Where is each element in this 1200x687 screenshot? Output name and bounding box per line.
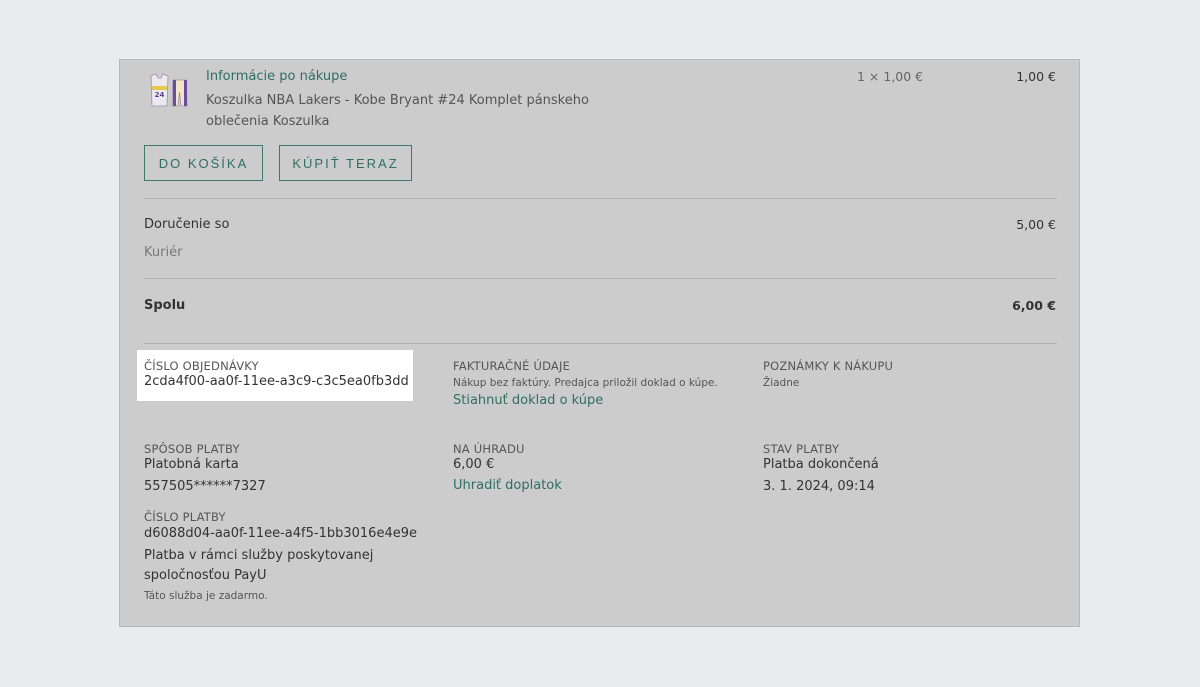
payment-provider-line1: Platba v rámci služby poskytovanej: [144, 548, 374, 563]
delivery-method: Kuriér: [144, 245, 183, 260]
payment-number-label: ČÍSLO PLATBY: [144, 510, 226, 524]
payment-status-label: STAV PLATBY: [763, 442, 840, 456]
billing-note: Nákup bez faktúry. Predajca priložil dok…: [453, 377, 718, 389]
notes-value: Žiadne: [763, 377, 800, 389]
add-to-cart-button[interactable]: DO KOŠÍKA: [144, 145, 263, 181]
total-label: Spolu: [144, 298, 186, 313]
jersey-icon: 24: [150, 73, 188, 107]
order-number-value: 2cda4f00-aa0f-11ee-a3c9-c3c5ea0fb3dd: [144, 374, 409, 389]
pay-balance-link[interactable]: Uhradiť doplatok: [453, 478, 562, 493]
payment-method-value: Platobná karta: [144, 457, 239, 472]
fee-note: Táto služba je zadarmo.: [144, 590, 268, 602]
download-receipt-link[interactable]: Stiahnuť doklad o kúpe: [453, 393, 603, 408]
payment-provider-line2: spoločnosťou PayU: [144, 568, 267, 583]
buy-now-button[interactable]: KÚPIŤ TERAZ: [279, 145, 412, 181]
notes-label: POZNÁMKY K NÁKUPU: [763, 359, 894, 373]
jersey-number: 24: [155, 91, 165, 99]
total-price: 6,00 €: [1012, 298, 1056, 313]
order-number-label: ČÍSLO OBJEDNÁVKY: [144, 359, 259, 373]
billing-label: FAKTURAČNÉ ÚDAJE: [453, 359, 571, 373]
divider: [144, 278, 1057, 279]
product-title[interactable]: Informácie po nákupe: [206, 69, 347, 84]
quantity-unit-price: 1 × 1,00 €: [857, 69, 924, 84]
product-description: Koszulka NBA Lakers - Kobe Bryant #24 Ko…: [206, 93, 589, 129]
card-number: 557505******7327: [144, 479, 266, 494]
order-details-panel: 24 Informácie po nákupe Koszulka NBA Lak…: [119, 59, 1080, 627]
due-label: NA ÚHRADU: [453, 442, 525, 456]
product-thumbnail[interactable]: 24: [147, 70, 189, 110]
payment-date: 3. 1. 2024, 09:14: [763, 479, 875, 494]
payment-status-value: Platba dokončená: [763, 457, 879, 472]
delivery-price: 5,00 €: [1016, 217, 1056, 232]
payment-method-label: SPÔSOB PLATBY: [144, 442, 240, 456]
divider: [144, 198, 1057, 199]
due-value: 6,00 €: [453, 457, 495, 472]
delivery-label: Doručenie so: [144, 217, 230, 232]
payment-number-value: d6088d04-aa0f-11ee-a4f5-1bb3016e4e9e: [144, 526, 417, 541]
line-price: 1,00 €: [1016, 69, 1056, 84]
divider: [144, 343, 1057, 344]
